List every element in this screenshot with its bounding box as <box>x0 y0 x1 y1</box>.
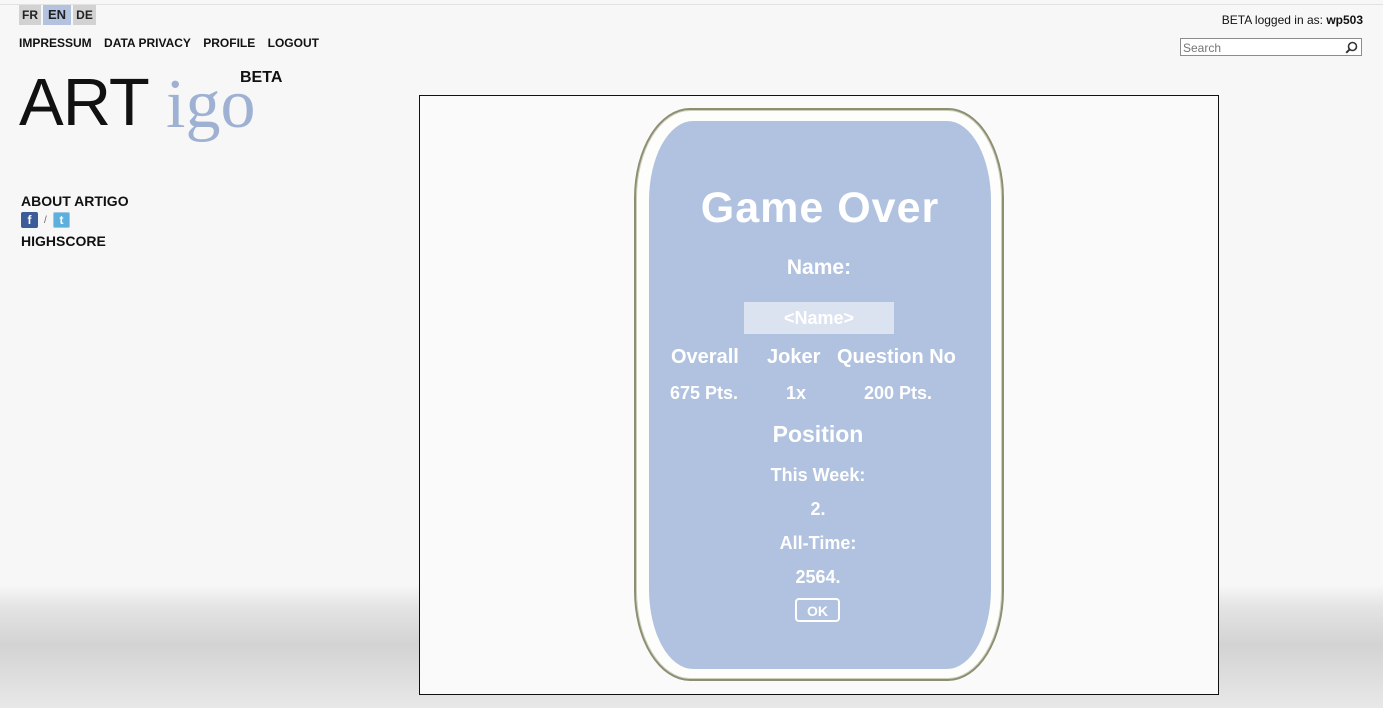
twitter-icon[interactable]: t <box>53 212 70 228</box>
position-heading: Position <box>772 421 864 447</box>
overall-header: Overall <box>671 346 739 368</box>
ok-button[interactable]: OK <box>795 598 840 622</box>
all-time-label: All-Time: <box>779 533 857 553</box>
question-no-header: Question No <box>837 346 956 368</box>
search-icon[interactable] <box>1345 41 1358 54</box>
joker-value: 1x <box>786 383 807 403</box>
username: wp503 <box>1326 13 1363 27</box>
logo-art-text[interactable]: ART <box>19 69 150 136</box>
about-artigo-link[interactable]: ABOUT ARTIGO <box>21 193 129 209</box>
data-privacy-link[interactable]: DATA PRIVACY <box>104 36 191 50</box>
search-box <box>1180 38 1362 56</box>
game-over-title: Game Over <box>700 184 940 232</box>
joker-header: Joker <box>767 346 821 368</box>
overall-value: 675 Pts. <box>670 383 739 403</box>
logout-link[interactable]: LOGOUT <box>268 36 319 50</box>
beta-badge: BETA <box>240 69 283 86</box>
top-divider <box>0 4 1383 5</box>
highscore-link[interactable]: HIGHSCORE <box>21 233 106 249</box>
lang-fr-button[interactable]: FR <box>19 5 41 25</box>
top-navigation: IMPRESSUM DATA PRIVACY PROFILE LOGOUT <box>19 36 328 50</box>
lang-en-button[interactable]: EN <box>43 5 71 25</box>
name-label: Name: <box>786 256 852 279</box>
login-prefix: BETA logged in as: <box>1221 13 1327 27</box>
lang-de-button[interactable]: DE <box>73 5 96 25</box>
facebook-icon[interactable]: f <box>21 212 38 228</box>
name-input[interactable] <box>744 302 894 334</box>
impressum-link[interactable]: IMPRESSUM <box>19 36 92 50</box>
social-separator: / <box>44 215 47 226</box>
this-week-value: 2. <box>810 499 826 519</box>
search-input[interactable] <box>1181 40 1343 56</box>
question-no-value: 200 Pts. <box>864 383 933 403</box>
login-status: BETA logged in as: wp503 <box>1222 13 1363 27</box>
all-time-value: 2564. <box>795 567 841 587</box>
profile-link[interactable]: PROFILE <box>203 36 255 50</box>
this-week-label: This Week: <box>770 465 866 485</box>
